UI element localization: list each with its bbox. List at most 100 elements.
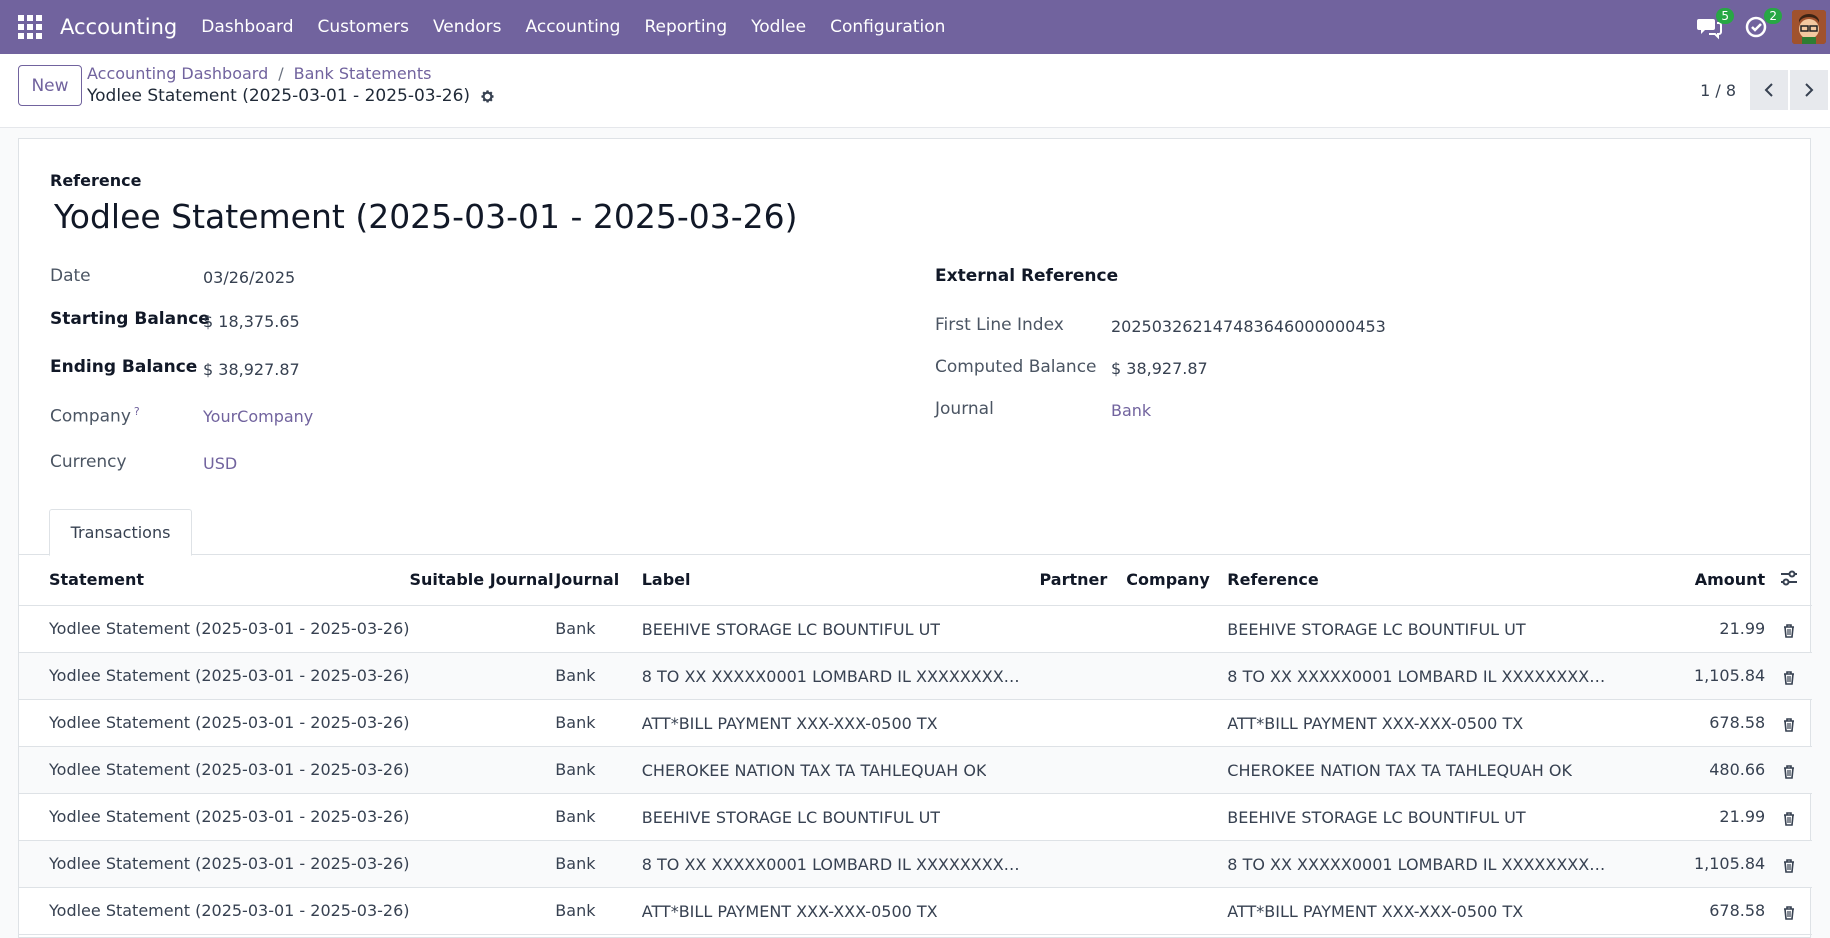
cell-journal[interactable]: Bank [555, 605, 642, 653]
cell-journal[interactable]: Bank [555, 840, 642, 888]
cell-label[interactable]: ATT*BILL PAYMENT XXX-XXX-0500 TX [641, 887, 1040, 935]
trash-icon[interactable] [1783, 858, 1795, 873]
menu-reporting[interactable]: Reporting [644, 17, 727, 37]
trash-icon[interactable] [1783, 717, 1795, 732]
cell-reference[interactable]: BEEHIVE STORAGE LC BOUNTIFUL UT [1227, 605, 1633, 653]
cell-amount[interactable]: 1,105.84 [1632, 652, 1766, 700]
pager-next-button[interactable] [1790, 70, 1828, 110]
trash-icon[interactable] [1783, 670, 1795, 685]
menu-yodlee[interactable]: Yodlee [751, 17, 806, 37]
cell-label[interactable]: 8 TO XX XXXXX0001 LOMBARD IL XXXXXXXX… [641, 840, 1040, 888]
menu-accounting[interactable]: Accounting [526, 17, 621, 37]
user-avatar[interactable] [1792, 10, 1826, 44]
cell-company[interactable] [1126, 746, 1228, 794]
trash-icon[interactable] [1783, 623, 1795, 638]
trash-icon[interactable] [1783, 811, 1795, 826]
cell-amount[interactable]: 678.58 [1632, 887, 1766, 935]
cell-label[interactable]: 8 TO XX XXXXX0001 LOMBARD IL XXXXXXXX… [641, 652, 1040, 700]
menu-customers[interactable]: Customers [318, 17, 409, 37]
messages-icon[interactable]: 5 [1696, 8, 1734, 40]
table-row[interactable]: Yodlee Statement (2025-03-01 - 2025-03-2… [19, 652, 1812, 700]
column-partner[interactable]: Partner [1039, 555, 1127, 606]
cell-statement[interactable]: Yodlee Statement (2025-03-01 - 2025-03-2… [19, 652, 410, 700]
cell-company[interactable] [1126, 840, 1228, 888]
table-row[interactable]: Yodlee Statement (2025-03-01 - 2025-03-2… [19, 699, 1812, 747]
cell-reference[interactable]: ATT*BILL PAYMENT XXX-XXX-0500 TX [1227, 887, 1633, 935]
cell-reference[interactable]: 8 TO XX XXXXX0001 LOMBARD IL XXXXXXXX… [1227, 652, 1633, 700]
cell-journal[interactable]: Bank [555, 652, 642, 700]
cell-company[interactable] [1126, 887, 1228, 935]
cell-amount[interactable]: 21.99 [1632, 605, 1766, 653]
first-line-index-field[interactable]: 202503262147483646000000453 [1111, 317, 1386, 336]
cell-statement[interactable]: Yodlee Statement (2025-03-01 - 2025-03-2… [19, 840, 410, 888]
trash-icon[interactable] [1783, 764, 1795, 779]
app-grid-icon[interactable] [18, 15, 42, 39]
currency-field[interactable]: USD [203, 454, 237, 473]
cell-label[interactable]: CHEROKEE NATION TAX TA TAHLEQUAH OK [641, 746, 1040, 794]
cell-partner[interactable] [1039, 793, 1127, 841]
cell-statement[interactable]: Yodlee Statement (2025-03-01 - 2025-03-2… [19, 746, 410, 794]
cell-suitable-journal[interactable] [409, 793, 556, 841]
trash-icon[interactable] [1783, 905, 1795, 920]
cell-reference[interactable]: BEEHIVE STORAGE LC BOUNTIFUL UT [1227, 793, 1633, 841]
cell-reference[interactable]: 8 TO XX XXXXX0001 LOMBARD IL XXXXXXXX… [1227, 840, 1633, 888]
cell-partner[interactable] [1039, 605, 1127, 653]
breadcrumb-bank-statements[interactable]: Bank Statements [294, 64, 432, 83]
gear-icon[interactable] [480, 89, 495, 104]
optional-columns-icon[interactable] [1765, 555, 1812, 606]
tab-transactions[interactable]: Transactions [49, 509, 192, 556]
cell-reference[interactable]: ATT*BILL PAYMENT XXX-XXX-0500 TX [1227, 699, 1633, 747]
table-row[interactable]: Yodlee Statement (2025-03-01 - 2025-03-2… [19, 887, 1812, 935]
menu-dashboard[interactable]: Dashboard [201, 17, 293, 37]
cell-suitable-journal[interactable] [409, 652, 556, 700]
cell-amount[interactable]: 678.58 [1632, 699, 1766, 747]
cell-partner[interactable] [1039, 652, 1127, 700]
cell-suitable-journal[interactable] [409, 746, 556, 794]
breadcrumb-accounting-dashboard[interactable]: Accounting Dashboard [87, 64, 268, 83]
cell-partner[interactable] [1039, 840, 1127, 888]
cell-suitable-journal[interactable] [409, 699, 556, 747]
cell-suitable-journal[interactable] [409, 605, 556, 653]
column-journal[interactable]: Journal [555, 555, 642, 606]
cell-company[interactable] [1126, 793, 1228, 841]
column-amount[interactable]: Amount [1632, 555, 1766, 606]
company-field[interactable]: YourCompany [203, 407, 313, 426]
cell-journal[interactable]: Bank [555, 699, 642, 747]
pager-value[interactable]: 1 / 8 [1700, 81, 1736, 100]
cell-company[interactable] [1126, 699, 1228, 747]
cell-suitable-journal[interactable] [409, 887, 556, 935]
table-row[interactable]: Yodlee Statement (2025-03-01 - 2025-03-2… [19, 605, 1812, 653]
journal-field[interactable]: Bank [1111, 401, 1151, 420]
cell-label[interactable]: BEEHIVE STORAGE LC BOUNTIFUL UT [641, 605, 1040, 653]
cell-statement[interactable]: Yodlee Statement (2025-03-01 - 2025-03-2… [19, 605, 410, 653]
cell-partner[interactable] [1039, 699, 1127, 747]
pager-previous-button[interactable] [1750, 70, 1788, 110]
cell-journal[interactable]: Bank [555, 746, 642, 794]
new-button[interactable]: New [18, 65, 82, 106]
cell-statement[interactable]: Yodlee Statement (2025-03-01 - 2025-03-2… [19, 699, 410, 747]
table-row[interactable]: Yodlee Statement (2025-03-01 - 2025-03-2… [19, 840, 1812, 888]
cell-company[interactable] [1126, 652, 1228, 700]
starting-balance-field[interactable]: $ 18,375.65 [203, 312, 300, 331]
date-field[interactable]: 03/26/2025 [203, 268, 295, 287]
cell-journal[interactable]: Bank [555, 793, 642, 841]
cell-amount[interactable]: 480.66 [1632, 746, 1766, 794]
table-row[interactable]: Yodlee Statement (2025-03-01 - 2025-03-2… [19, 793, 1812, 841]
cell-statement[interactable]: Yodlee Statement (2025-03-01 - 2025-03-2… [19, 887, 410, 935]
cell-statement[interactable]: Yodlee Statement (2025-03-01 - 2025-03-2… [19, 793, 410, 841]
table-row[interactable]: Yodlee Statement (2025-03-01 - 2025-03-2… [19, 746, 1812, 794]
column-reference[interactable]: Reference [1227, 555, 1633, 606]
cell-reference[interactable]: CHEROKEE NATION TAX TA TAHLEQUAH OK [1227, 746, 1633, 794]
cell-suitable-journal[interactable] [409, 840, 556, 888]
cell-amount[interactable]: 1,105.84 [1632, 840, 1766, 888]
ending-balance-field[interactable]: $ 38,927.87 [203, 360, 300, 379]
app-brand[interactable]: Accounting [60, 15, 177, 39]
reference-field[interactable]: Yodlee Statement (2025-03-01 - 2025-03-2… [54, 197, 798, 236]
cell-partner[interactable] [1039, 887, 1127, 935]
cell-partner[interactable] [1039, 746, 1127, 794]
cell-label[interactable]: ATT*BILL PAYMENT XXX-XXX-0500 TX [641, 699, 1040, 747]
help-tooltip-icon[interactable]: ? [134, 405, 140, 418]
cell-company[interactable] [1126, 605, 1228, 653]
menu-configuration[interactable]: Configuration [830, 17, 945, 37]
cell-label[interactable]: BEEHIVE STORAGE LC BOUNTIFUL UT [641, 793, 1040, 841]
